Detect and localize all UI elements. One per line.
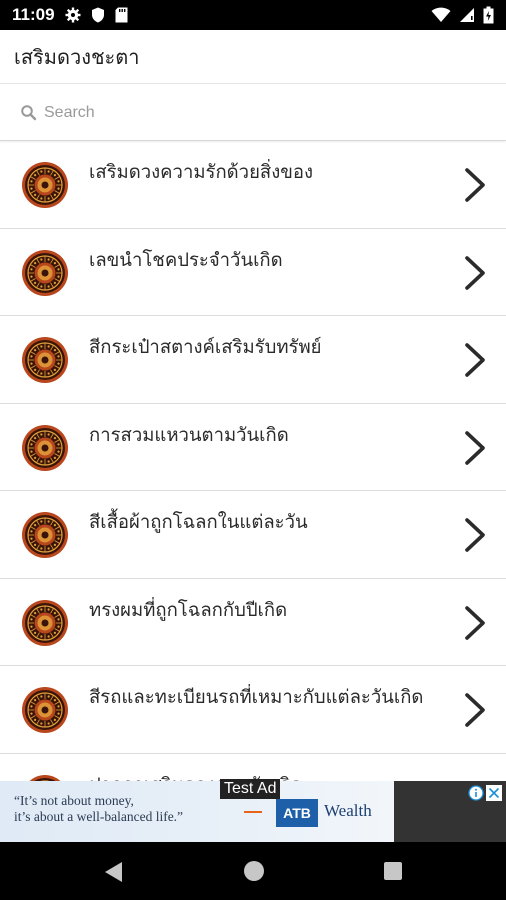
zodiac-wheel-icon [22, 687, 68, 733]
app-bar: เสริมดวงชะตา [0, 30, 506, 84]
ad-accent-line [244, 811, 262, 813]
ad-quote-line1: “It’s not about money, [14, 793, 134, 808]
chevron-right-icon [465, 430, 485, 465]
recents-icon[interactable] [384, 862, 402, 880]
back-icon[interactable] [104, 861, 124, 883]
list-item-label: สีกระเป๋าสตางค์เสริมรับทรัพย์ [89, 337, 322, 358]
status-bar: 11:09 [0, 0, 506, 30]
chevron-right-icon [465, 605, 485, 640]
list-item-label: ทรงผมที่ถูกโฉลกกับปีเกิด [89, 599, 288, 621]
page-title: เสริมดวงชะตา [14, 44, 140, 69]
ad-close-icon[interactable] [486, 785, 502, 801]
ad-quote: “It’s not about money, it’s about a well… [14, 793, 183, 825]
zodiac-wheel-icon [22, 162, 68, 208]
list-item[interactable]: สีรถและทะเบียนรถที่เหมาะกับแต่ละวันเกิด [0, 666, 506, 754]
ad-banner[interactable]: “It’s not about money, it’s about a well… [0, 779, 506, 842]
status-icons-left [65, 7, 128, 23]
list-item[interactable]: สีเสื้อผ้าถูกโฉลกในแต่ละวัน [0, 491, 506, 579]
list-item-label: สีรถและทะเบียนรถที่เหมาะกับแต่ละวันเกิด [89, 687, 424, 708]
list-item-label: สีเสื้อผ้าถูกโฉลกในแต่ละวัน [89, 512, 308, 533]
signal-icon [460, 8, 474, 22]
chevron-right-icon [465, 693, 485, 727]
wifi-icon [431, 7, 451, 22]
chevron-right-icon [465, 343, 485, 377]
shield-icon [91, 7, 104, 23]
list-item-label: การสวมแหวนตามวันเกิด [89, 424, 289, 446]
menu-list: เสริมดวงความรักด้วยสิ่งของเลขนำโชคประจำว… [0, 141, 506, 781]
search-bar[interactable] [0, 85, 506, 141]
navigation-bar [0, 842, 506, 900]
zodiac-wheel-icon [22, 424, 68, 471]
gear-icon [65, 7, 81, 23]
zodiac-wheel-icon [22, 249, 68, 296]
chevron-right-icon [465, 168, 485, 202]
list-item[interactable]: ทรงผมที่ถูกโฉลกกับปีเกิด [0, 579, 506, 666]
list-item[interactable]: การสวมแหวนตามวันเกิด [0, 404, 506, 491]
chevron-right-icon [465, 518, 485, 552]
ad-brand-logo: ATB [276, 799, 318, 827]
ad-brand-word: Wealth [324, 801, 372, 820]
test-ad-label: Test Ad [220, 779, 281, 799]
list-item-label: เสริมดวงความรักด้วยสิ่งของ [89, 162, 314, 183]
list-item[interactable]: เลขนำโชคประจำวันเกิด [0, 229, 506, 316]
zodiac-wheel-icon [22, 599, 68, 646]
list-item[interactable]: เสริมดวงความรักด้วยสิ่งของ [0, 141, 506, 229]
list-item[interactable]: สีกระเป๋าสตางค์เสริมรับทรัพย์ [0, 316, 506, 404]
zodiac-wheel-icon [28, 774, 62, 781]
chevron-right-icon [465, 255, 485, 290]
sd-card-icon [115, 7, 128, 23]
zodiac-wheel-icon [22, 337, 68, 383]
status-icons-right [431, 6, 494, 24]
list-item-label: เลขนำโชคประจำวันเกิด [89, 249, 283, 271]
search-input[interactable] [44, 103, 464, 122]
list-item[interactable]: ปากกาเสริมดวงตามวันเกิด [0, 754, 506, 781]
search-icon [21, 104, 37, 120]
zodiac-wheel-icon [22, 512, 68, 558]
ad-creative[interactable]: “It’s not about money, it’s about a well… [0, 781, 394, 842]
ad-info-icon[interactable] [468, 785, 484, 801]
status-time: 11:09 [12, 5, 55, 24]
battery-icon [483, 6, 494, 24]
ad-quote-line2: it’s about a well-balanced life.” [14, 809, 184, 824]
home-icon[interactable] [244, 861, 264, 881]
